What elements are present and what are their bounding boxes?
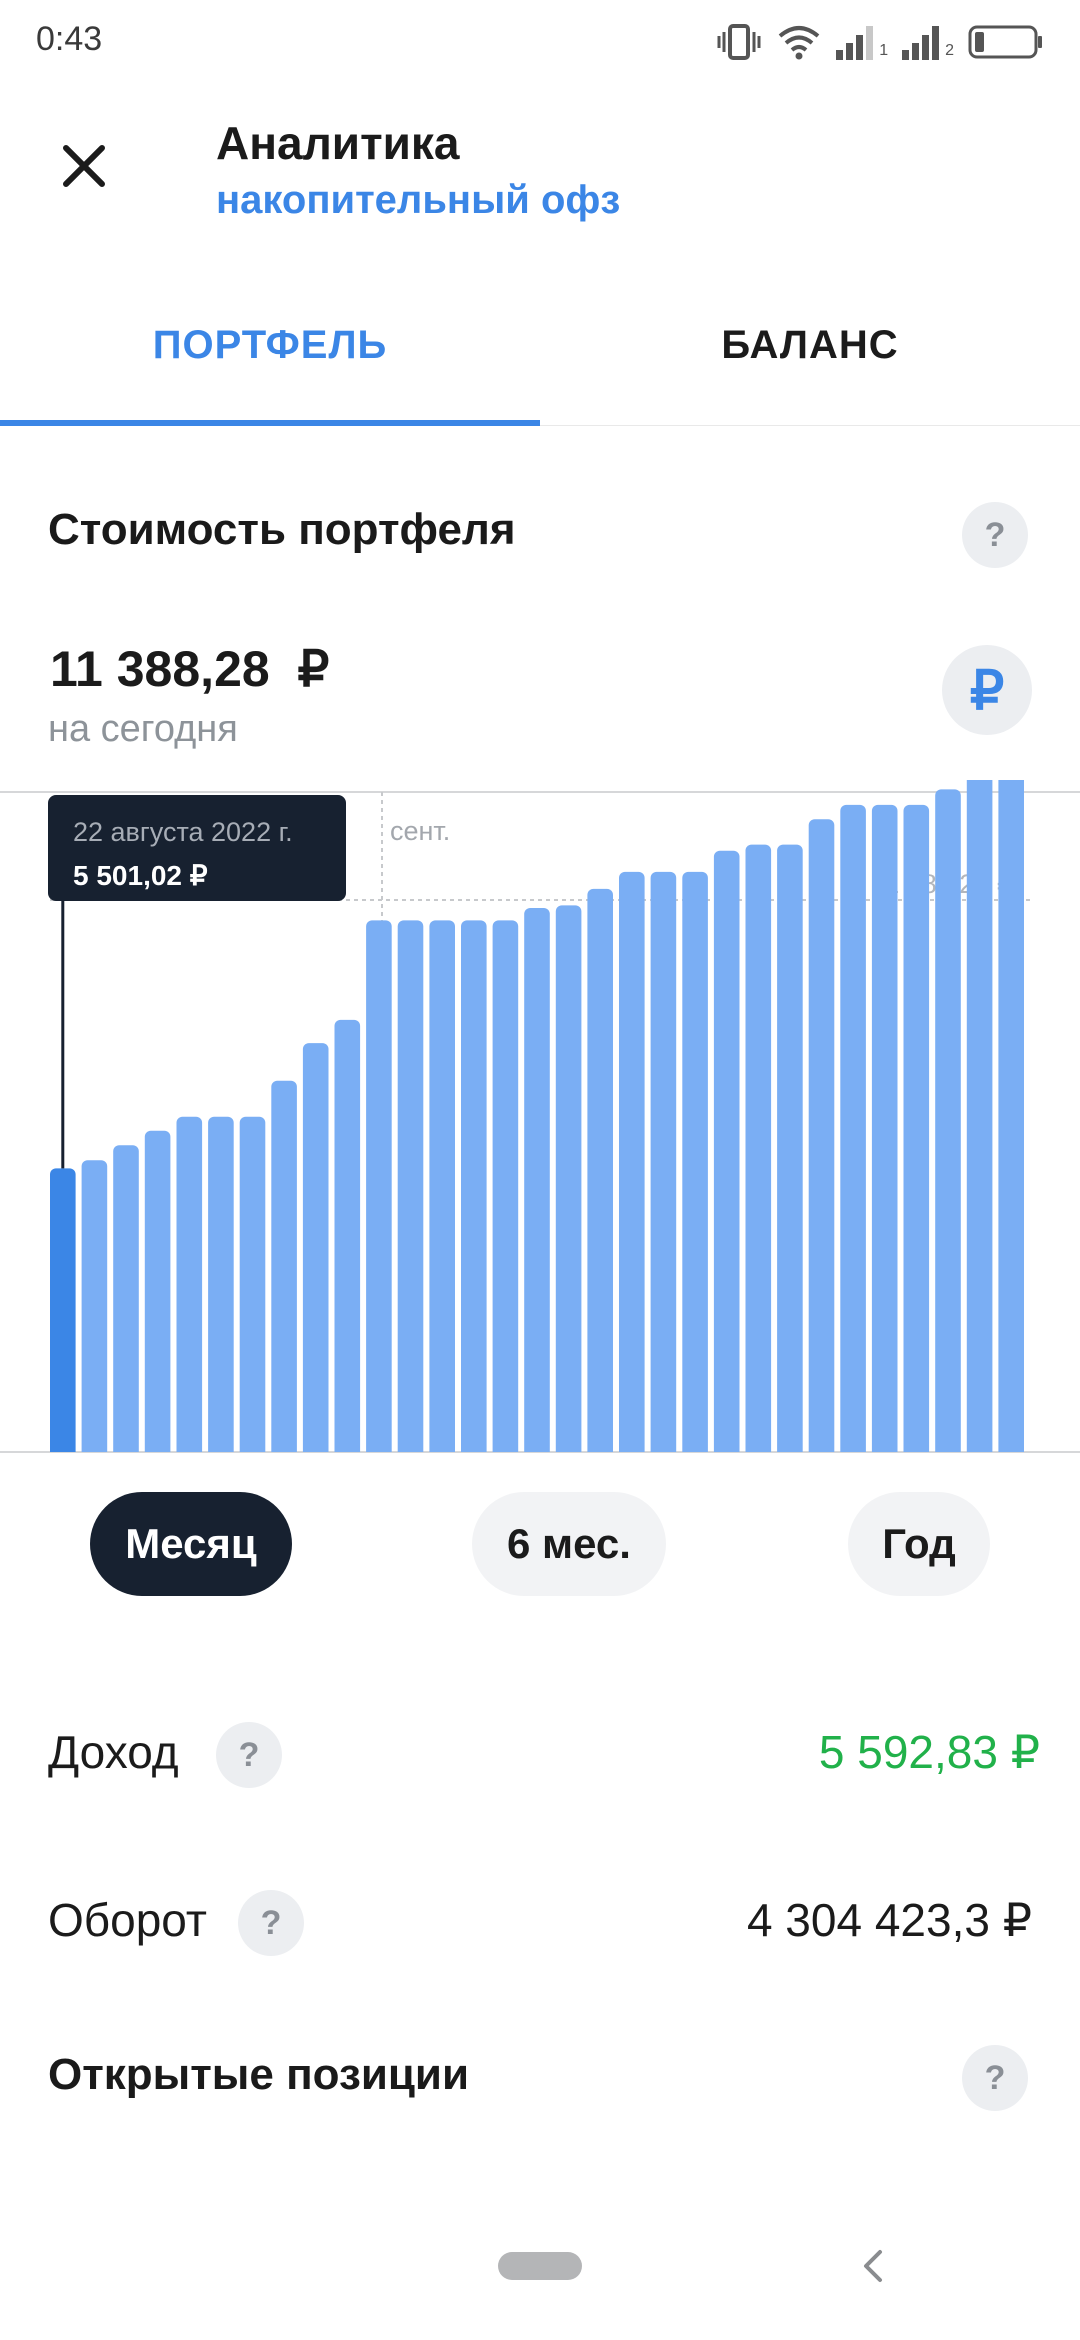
portfolio-value-caption: на сегодня [48,708,238,750]
back-chevron-icon[interactable] [852,2244,896,2288]
help-positions-button[interactable]: ? [962,2045,1028,2111]
question-icon: ? [984,515,1006,554]
chart-tooltip: 22 августа 2022 г. 5 501,02 ₽ [48,795,346,901]
chart-bar[interactable] [903,804,930,1460]
battery-icon [968,25,1042,59]
status-time: 0:43 [36,20,103,58]
chart-bar[interactable] [777,844,803,1460]
close-icon [63,145,105,187]
chart-bar[interactable] [302,1043,329,1460]
chart-bar[interactable] [239,1116,266,1460]
portfolio-value: 11 388,28 ₽ [50,641,330,697]
section-title-portfolio-value: Стоимость портфеля [48,505,516,554]
chart-bar[interactable] [650,871,677,1460]
income-value: 5 592,83 ₽ [818,1726,1040,1778]
chart-bar[interactable] [208,1116,234,1460]
account-name[interactable]: накопительный офз [216,178,620,223]
portfolio-bar-chart[interactable]: сент. 11 388,29 ₽ 22 августа 2022 г. 5 5… [0,780,1080,1460]
period-year-button[interactable]: Год [848,1492,990,1596]
page-title: Аналитика [216,117,460,169]
ruble-icon: ₽ [969,660,1005,721]
tooltip-value: 5 501,02 ₽ [73,860,208,891]
turnover-value: 4 304 423,3 ₽ [746,1894,1032,1946]
sim2-label: 2 [945,42,954,59]
chart-bar[interactable] [397,920,424,1460]
period-6-months-button[interactable]: 6 мес. [472,1492,666,1596]
help-turnover-button[interactable]: ? [238,1890,304,1956]
currency-toggle-button[interactable]: ₽ [942,645,1032,735]
help-income-button[interactable]: ? [216,1722,282,1788]
chart-bar[interactable] [840,804,866,1460]
chart-bar[interactable] [366,920,392,1460]
chart-bar[interactable] [998,780,1024,1460]
tab-active-indicator [0,420,540,426]
chart-bar[interactable] [808,819,835,1460]
vibrate-icon [717,24,761,60]
chart-bar[interactable] [682,871,708,1460]
turnover-label: Оборот [48,1894,207,1946]
chart-bar[interactable] [492,920,519,1460]
chart-bar[interactable] [176,1116,203,1460]
signal-sim1-icon: 1 [836,24,888,60]
chart-bar[interactable] [144,1130,171,1460]
chart-bar[interactable] [555,905,582,1460]
chart-bar[interactable] [935,789,961,1460]
chart-bar[interactable] [334,1019,361,1460]
status-icons: 1 2 [716,18,1044,66]
month-label: сент. [390,816,450,846]
period-month-button[interactable]: Месяц [90,1492,292,1596]
income-label: Доход [48,1726,179,1778]
question-icon: ? [984,2058,1006,2097]
chart-bar[interactable] [966,780,993,1460]
home-pill-icon[interactable] [498,2252,582,2280]
chart-bar[interactable] [50,1168,76,1460]
chart-bar[interactable] [524,908,550,1460]
chart-bar[interactable] [81,1160,108,1460]
chart-bar[interactable] [745,844,772,1460]
close-button[interactable] [48,130,120,202]
question-icon: ? [260,1903,282,1942]
chart-bar[interactable] [271,1080,297,1460]
sim1-label: 1 [879,42,889,59]
tooltip-date: 22 августа 2022 г. [73,817,293,847]
help-portfolio-button[interactable]: ? [962,502,1028,568]
chart-bar[interactable] [113,1145,139,1460]
signal-sim2-icon: 2 [902,24,954,60]
wifi-icon [778,26,820,60]
chart-bar[interactable] [587,888,613,1460]
chart-bar[interactable] [713,850,740,1460]
chart-bar[interactable] [871,804,898,1460]
open-positions-title: Открытые позиции [48,2050,470,2099]
chart-bar[interactable] [461,920,487,1460]
chart-bar[interactable] [429,920,455,1460]
tab-portfolio[interactable]: ПОРТФЕЛЬ [0,300,540,400]
tab-balance[interactable]: БАЛАНС [540,300,1080,400]
chart-bar[interactable] [619,871,645,1460]
question-icon: ? [238,1735,260,1774]
